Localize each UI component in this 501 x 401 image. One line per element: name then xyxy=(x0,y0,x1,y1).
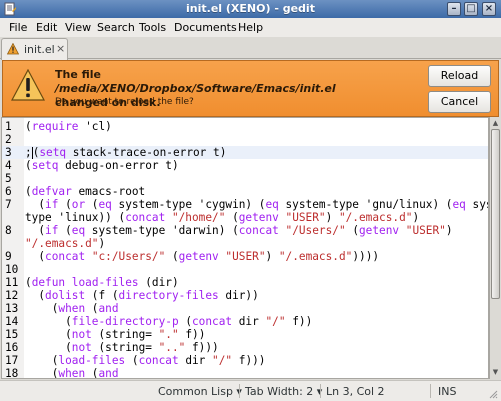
infobar-question: Do you want to reload the file? xyxy=(55,97,194,107)
code-text: (if (or (eq system-type 'cygwin) (eq sys… xyxy=(25,198,488,211)
code-line[interactable]: 14 (file-directory-p (concat dir "/" f)) xyxy=(2,315,488,328)
window-title: init.el (XENO) - gedit xyxy=(186,2,315,15)
code-text: ;(setq stack-trace-on-error t) xyxy=(25,146,227,159)
tab-close-icon[interactable]: × xyxy=(56,42,65,55)
line-number: 18 xyxy=(5,367,19,379)
menu-edit[interactable]: Edit xyxy=(36,21,57,34)
line-number: 11 xyxy=(5,276,19,289)
code-text: (when (and xyxy=(25,367,119,379)
text-editor[interactable]: 1 (require 'cl) 2 3 ;(setq stack-trace-on-er… xyxy=(1,117,489,379)
code-line[interactable]: "/.emacs.d") xyxy=(2,237,488,250)
menu-search[interactable]: Search xyxy=(97,21,135,34)
code-line[interactable]: 5 xyxy=(2,172,488,185)
line-number: 14 xyxy=(5,315,19,328)
line-number: 8 xyxy=(5,224,12,237)
insert-mode: INS xyxy=(438,385,457,398)
menu-file[interactable]: File xyxy=(9,21,27,34)
code-text: (if (eq system-type 'darwin) (concat "/U… xyxy=(25,224,453,237)
line-number: 15 xyxy=(5,328,19,341)
status-separator xyxy=(430,384,431,398)
warning-icon xyxy=(11,69,45,101)
infobar-file-path: /media/XENO/Dropbox/Software/Emacs/init.… xyxy=(55,82,336,95)
line-number: 10 xyxy=(5,263,19,276)
code-line[interactable]: 1 (require 'cl) xyxy=(2,120,488,133)
status-separator xyxy=(320,384,321,398)
text-cursor xyxy=(31,147,33,159)
code-text: (defun load-files (dir) xyxy=(25,276,179,289)
scrollbar-thumb[interactable] xyxy=(491,129,500,299)
code-text: (defvar emacs-root xyxy=(25,185,146,198)
line-number: 9 xyxy=(5,250,12,263)
menu-tools[interactable]: Tools xyxy=(139,21,166,34)
reload-button[interactable]: Reload xyxy=(428,65,491,87)
line-number: 7 xyxy=(5,198,12,211)
line-number: 4 xyxy=(5,159,12,172)
menu-bar: File Edit View Search Tools Documents He… xyxy=(0,18,501,37)
line-number: 3 xyxy=(5,146,12,159)
code-text: (file-directory-p (concat dir "/" f)) xyxy=(25,315,313,328)
scroll-up-icon[interactable]: ▲ xyxy=(491,118,500,128)
line-number: 6 xyxy=(5,185,12,198)
line-number: 13 xyxy=(5,302,19,315)
menu-view[interactable]: View xyxy=(65,21,91,34)
cancel-button[interactable]: Cancel xyxy=(428,91,491,113)
code-line[interactable]: 16 (not (string= ".." f))) xyxy=(2,341,488,354)
code-text: (load-files (concat dir "/" f))) xyxy=(25,354,266,367)
code-line[interactable]: 15 (not (string= "." f)) xyxy=(2,328,488,341)
line-number: 17 xyxy=(5,354,19,367)
code-text: type 'linux)) (concat "/home/" (getenv "… xyxy=(25,211,420,224)
scroll-down-icon[interactable]: ▼ xyxy=(491,367,500,377)
code-text: (setq debug-on-error t) xyxy=(25,159,179,172)
code-line[interactable]: 2 xyxy=(2,133,488,146)
language-selector[interactable]: Common Lisp ▾ xyxy=(158,385,242,398)
tab-init-el[interactable]: init.el × xyxy=(1,38,68,60)
title-bar: init.el (XENO) - gedit – □ × xyxy=(0,0,501,18)
tab-width-selector[interactable]: Tab Width: 2 ▾ xyxy=(245,385,322,398)
tab-label: init.el xyxy=(24,43,55,56)
code-line[interactable]: 4 (setq debug-on-error t) xyxy=(2,159,488,172)
line-number: 5 xyxy=(5,172,12,185)
code-text: (concat "c:/Users/" (getenv "USER") "/.e… xyxy=(25,250,380,263)
code-text: (require 'cl) xyxy=(25,120,112,133)
file-changed-infobar: The file /media/XENO/Dropbox/Software/Em… xyxy=(2,60,499,117)
code-line[interactable]: 9 (concat "c:/Users/" (getenv "USER") "/… xyxy=(2,250,488,263)
line-number: 2 xyxy=(5,133,12,146)
close-window-button[interactable]: × xyxy=(482,2,496,16)
code-text: (when (and xyxy=(25,302,119,315)
line-number: 1 xyxy=(5,120,12,133)
code-line[interactable]: 7 (if (or (eq system-type 'cygwin) (eq s… xyxy=(2,198,488,211)
code-line[interactable]: 6 (defvar emacs-root xyxy=(2,185,488,198)
code-text: (not (string= "." f)) xyxy=(25,328,206,341)
code-line[interactable]: 11 (defun load-files (dir) xyxy=(2,276,488,289)
code-line[interactable]: type 'linux)) (concat "/home/" (getenv "… xyxy=(2,211,488,224)
tab-strip: init.el × xyxy=(0,37,501,60)
menu-documents[interactable]: Documents xyxy=(174,21,237,34)
status-separator xyxy=(239,384,240,398)
cursor-position: Ln 3, Col 2 xyxy=(326,385,385,398)
resize-grip-icon[interactable] xyxy=(488,389,498,399)
minimize-button[interactable]: – xyxy=(447,2,461,16)
infobar-message-prefix: The file xyxy=(55,68,102,81)
code-text: "/.emacs.d") xyxy=(25,237,106,250)
code-line[interactable]: 10 xyxy=(2,263,488,276)
code-line[interactable]: 3 ;(setq stack-trace-on-error t) xyxy=(2,146,488,159)
menu-help[interactable]: Help xyxy=(238,21,263,34)
code-line[interactable]: 12 (dolist (f (directory-files dir)) xyxy=(2,289,488,302)
code-line[interactable]: 8 (if (eq system-type 'darwin) (concat "… xyxy=(2,224,488,237)
code-text: (dolist (f (directory-files dir)) xyxy=(25,289,259,302)
status-bar: Common Lisp ▾ Tab Width: 2 ▾ Ln 3, Col 2… xyxy=(0,380,501,401)
warning-icon xyxy=(7,43,19,55)
code-line[interactable]: 13 (when (and xyxy=(2,302,488,315)
line-number: 12 xyxy=(5,289,19,302)
code-line[interactable]: 17 (load-files (concat dir "/" f))) xyxy=(2,354,488,367)
code-line[interactable]: 18 (when (and xyxy=(2,367,488,379)
maximize-button[interactable]: □ xyxy=(464,2,478,16)
vertical-scrollbar[interactable]: ▲ ▼ xyxy=(489,117,501,379)
code-text: (not (string= ".." f))) xyxy=(25,341,219,354)
line-number: 16 xyxy=(5,341,19,354)
